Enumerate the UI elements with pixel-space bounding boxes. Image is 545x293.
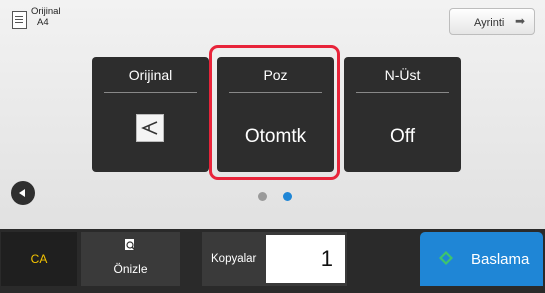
original-key[interactable]: Orijinal: [92, 57, 209, 172]
start-icon: [439, 251, 453, 265]
ca-button[interactable]: CA: [1, 232, 77, 286]
n-up-key[interactable]: N-Üst Off: [344, 57, 461, 172]
arrow-right-icon: ➡: [514, 14, 525, 28]
selected-key-highlight: [209, 45, 340, 180]
document-icon: [12, 11, 27, 29]
start-button-label: Baslama: [471, 251, 530, 268]
n-up-key-value: Off: [390, 126, 415, 147]
ca-button-label: CA: [30, 252, 48, 266]
original-key-label: Orijinal: [128, 67, 173, 83]
page-dot-1: [258, 192, 267, 201]
divider: [104, 92, 197, 93]
preview-icon: [125, 239, 136, 251]
copies-input[interactable]: 1: [266, 235, 345, 283]
orientation-icon: [136, 114, 164, 142]
start-button[interactable]: Baslama: [420, 232, 543, 286]
divider: [356, 92, 449, 93]
scroll-left-button[interactable]: [11, 181, 35, 205]
preview-button-label: Önizle: [113, 262, 148, 276]
copies-control: Kopyalar 1: [202, 232, 347, 286]
n-up-key-label: N-Üst: [384, 67, 421, 83]
copies-label: Kopyalar: [211, 253, 257, 265]
preview-button[interactable]: Önizle: [81, 232, 180, 286]
detail-button[interactable]: Ayrinti ➡: [449, 8, 535, 35]
detail-button-label: Ayrinti: [474, 17, 505, 29]
original-indicator: Orijinal A4: [12, 6, 61, 29]
original-indicator-size: A4: [37, 17, 49, 28]
original-indicator-label: Orijinal: [31, 6, 61, 17]
page-dot-2-active: [283, 192, 292, 201]
